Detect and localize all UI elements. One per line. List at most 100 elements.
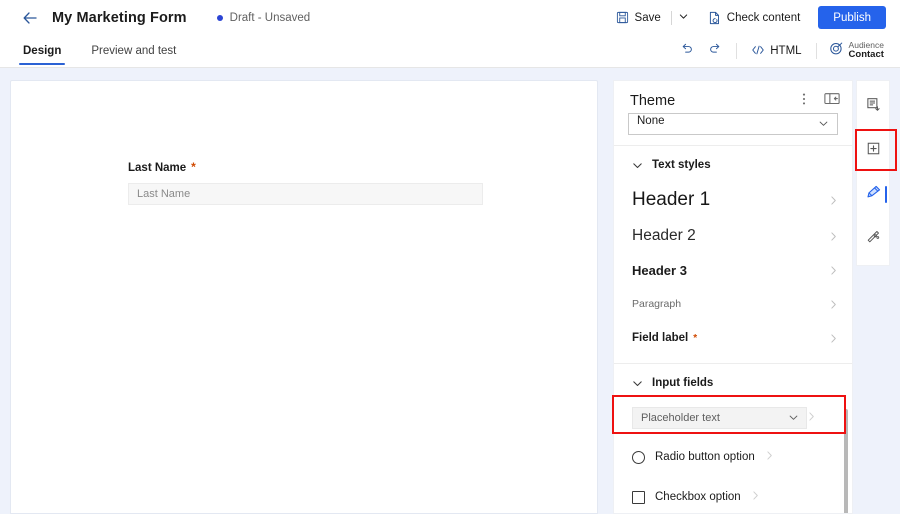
publish-button[interactable]: Publish (818, 6, 886, 29)
section-title-input-fields: Input fields (652, 377, 713, 389)
arrow-left-icon (21, 9, 39, 27)
style-label-field-label-wrap: Field label * (632, 332, 697, 344)
tab-list: Design Preview and test (0, 35, 186, 67)
top-command-actions: Save Check content (608, 0, 886, 35)
panel-scrollbar-track[interactable] (842, 81, 850, 514)
add-element-button[interactable] (858, 131, 888, 171)
undo-arrow-icon (680, 42, 694, 61)
chevron-right-icon (829, 231, 838, 242)
chevron-down-icon (788, 412, 799, 426)
required-asterisk-icon: * (191, 161, 196, 173)
code-brackets-icon (751, 44, 765, 59)
chevron-right-icon (751, 488, 760, 506)
save-options-button[interactable] (674, 5, 694, 31)
check-content-button[interactable]: Check content (700, 5, 809, 31)
chevron-down-icon (678, 9, 689, 27)
section-header-input-fields[interactable]: Input fields (614, 364, 852, 399)
panel-title: Theme (630, 93, 675, 109)
field-label-last-name: Last Name * (128, 161, 493, 174)
tab-design[interactable]: Design (13, 35, 71, 67)
chevron-down-icon (632, 378, 643, 389)
last-name-input[interactable]: Last Name (128, 183, 483, 205)
toolbar-divider-1 (736, 43, 737, 59)
check-content-label: Check content (727, 12, 801, 24)
undo-button[interactable] (674, 38, 700, 64)
form-template-icon (866, 97, 881, 117)
top-command-bar: My Marketing Form Draft - Unsaved Save (0, 0, 900, 35)
html-button[interactable]: HTML (745, 38, 807, 64)
back-button[interactable] (16, 4, 44, 32)
theme-select-wrapper: None (614, 113, 852, 135)
panel-scrollbar-thumb[interactable] (844, 409, 848, 514)
toolbar-divider-2 (816, 43, 817, 59)
form-template-button[interactable] (858, 87, 888, 127)
style-label-paragraph: Paragraph (632, 298, 681, 310)
page-title: My Marketing Form (52, 10, 187, 26)
right-icon-rail (856, 80, 890, 266)
style-brush-icon (865, 184, 882, 206)
style-row-field-label[interactable]: Field label * (614, 321, 852, 355)
audience-contact-button[interactable]: Audience Contact (825, 37, 888, 65)
chevron-down-icon (818, 118, 829, 132)
field-label-text: Last Name (128, 162, 186, 174)
style-label-header-1: Header 1 (632, 189, 710, 211)
tab-bar: Design Preview and test (0, 35, 900, 68)
style-row-header-1[interactable]: Header 1 (614, 181, 852, 219)
save-label: Save (635, 12, 661, 24)
save-button[interactable]: Save (608, 5, 669, 31)
radio-option-label: Radio button option (655, 451, 755, 463)
document-check-icon (708, 11, 721, 25)
tab-preview-and-test[interactable]: Preview and test (81, 35, 186, 67)
save-disk-icon (616, 11, 629, 24)
style-label-header-3: Header 3 (632, 263, 687, 278)
required-asterisk-icon: * (693, 334, 697, 344)
style-brush-button[interactable] (858, 175, 888, 215)
status-badge: Draft - Unsaved (217, 12, 311, 24)
audience-contact-labels: Audience Contact (849, 41, 884, 60)
tab-design-label: Design (23, 45, 61, 57)
form-field-last-name[interactable]: Last Name * Last Name (128, 161, 493, 205)
status-label: Draft - Unsaved (230, 12, 311, 24)
placeholder-text-value: Placeholder text (641, 412, 720, 424)
section-header-text-styles[interactable]: Text styles (614, 146, 852, 181)
style-row-paragraph[interactable]: Paragraph (614, 287, 852, 321)
more-vertical-icon (802, 92, 806, 111)
theme-select-value: None (637, 115, 665, 127)
form-designer-app: My Marketing Form Draft - Unsaved Save (0, 0, 900, 514)
magic-wand-settings-icon (865, 229, 881, 250)
placeholder-text-select[interactable]: Placeholder text (632, 407, 807, 429)
style-label-header-2: Header 2 (632, 227, 696, 245)
chevron-right-icon (829, 333, 838, 344)
style-row-placeholder-text[interactable]: Placeholder text (614, 399, 852, 437)
checkbox-option-label: Checkbox option (655, 491, 741, 503)
redo-button[interactable] (702, 38, 728, 64)
panel-collapse-icon (824, 92, 840, 110)
designer-workspace: Last Name * Last Name Theme (0, 68, 900, 514)
chevron-right-icon (807, 409, 816, 427)
chevron-right-icon (829, 265, 838, 276)
section-title-text-styles: Text styles (652, 159, 711, 171)
save-split-divider (671, 11, 672, 25)
chevron-right-icon (829, 195, 838, 206)
status-dot-icon (217, 15, 223, 21)
style-label-field-label: Field label (632, 332, 688, 344)
redo-arrow-icon (708, 42, 722, 61)
html-label: HTML (770, 45, 801, 57)
style-row-checkbox-option[interactable]: Checkbox option (614, 477, 852, 514)
form-canvas[interactable]: Last Name * Last Name (10, 80, 598, 514)
panel-more-options-button[interactable] (794, 91, 814, 111)
style-row-header-2[interactable]: Header 2 (614, 219, 852, 253)
tab-preview-and-test-label: Preview and test (91, 45, 176, 57)
target-icon (829, 41, 844, 61)
checkbox-unchecked-icon (632, 491, 645, 504)
style-row-header-3[interactable]: Header 3 (614, 253, 852, 287)
chevron-right-icon (765, 448, 774, 466)
theme-properties-panel: Theme (613, 80, 853, 514)
magic-wand-settings-button[interactable] (858, 219, 888, 259)
panel-collapse-button[interactable] (822, 91, 842, 111)
style-row-radio-button-option[interactable]: Radio button option (614, 437, 852, 477)
chevron-down-icon (632, 160, 643, 171)
tab-bar-actions: HTML Audience Contact (674, 35, 888, 67)
theme-select[interactable]: None (628, 113, 838, 135)
active-indicator-bar (885, 186, 888, 203)
